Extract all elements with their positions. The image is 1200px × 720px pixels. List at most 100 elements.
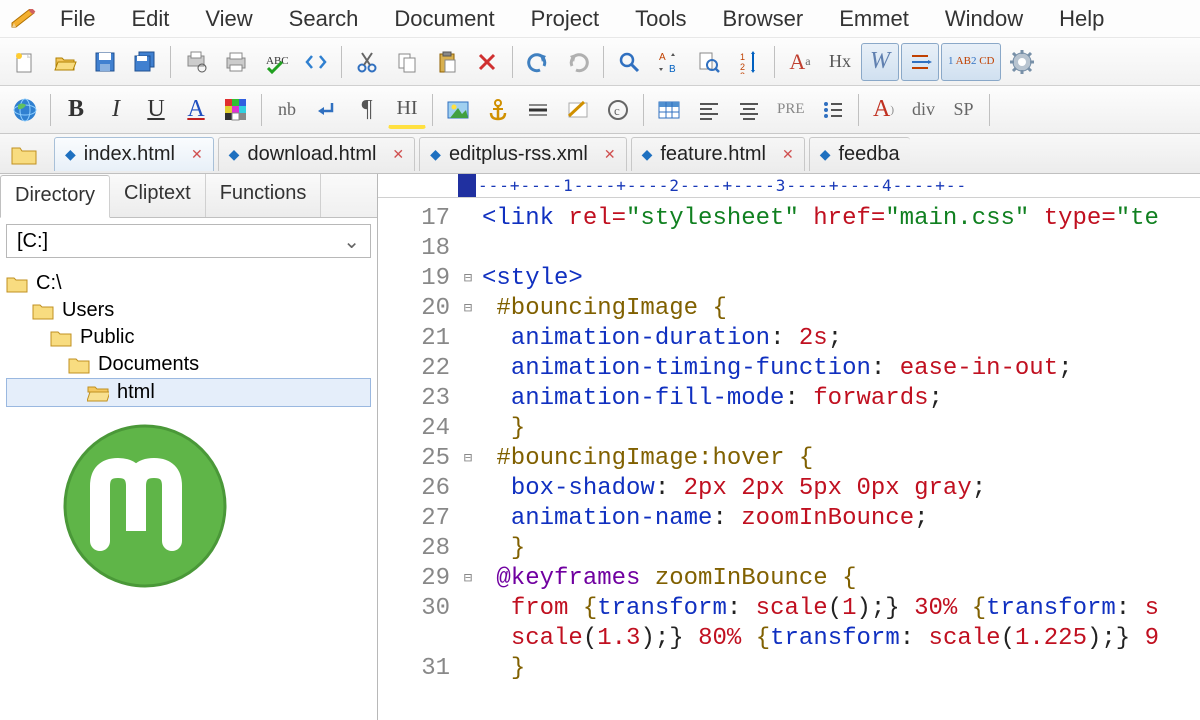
menu-view[interactable]: View (189, 2, 268, 36)
bold-label: B (68, 96, 84, 123)
folder-tab-icon[interactable] (6, 138, 42, 170)
menu-window[interactable]: Window (929, 2, 1039, 36)
tab-close-icon[interactable]: ✕ (782, 146, 794, 163)
find-icon[interactable] (610, 43, 648, 81)
delete-icon[interactable] (468, 43, 506, 81)
replace-icon[interactable]: AB (650, 43, 688, 81)
tree-label: Users (62, 299, 114, 322)
menu-project[interactable]: Project (515, 2, 615, 36)
pre-btn[interactable]: PRE (770, 91, 812, 129)
highlight-btn[interactable]: HI (388, 91, 426, 129)
tree-row[interactable]: Public (6, 324, 371, 351)
save-all-icon[interactable] (126, 43, 164, 81)
svg-text:3: 3 (740, 71, 745, 74)
font-size-btn[interactable]: Aa (781, 43, 819, 81)
copy-icon[interactable] (388, 43, 426, 81)
tree-row[interactable]: C:\ (6, 270, 371, 297)
file-tab[interactable]: ◆ download.html ✕ (218, 137, 415, 171)
toolbar-sep (643, 94, 644, 126)
menu-edit[interactable]: Edit (115, 2, 185, 36)
folder-icon (50, 329, 72, 347)
sidebar-tab-functions[interactable]: Functions (206, 174, 322, 217)
toolbar-sep (858, 94, 859, 126)
print-preview-icon[interactable] (177, 43, 215, 81)
save-icon[interactable] (86, 43, 124, 81)
italic-btn[interactable]: I (97, 91, 135, 129)
align-left-icon[interactable] (690, 91, 728, 129)
sidebar-tab-cliptext[interactable]: Cliptext (110, 174, 206, 217)
paragraph-btn[interactable]: ¶ (348, 91, 386, 129)
source-text[interactable]: <link rel="stylesheet" href="main.css" t… (478, 198, 1200, 720)
code-format-icon[interactable] (297, 43, 335, 81)
font-face-btn[interactable]: A) (865, 91, 903, 129)
a-color-label: A (187, 96, 204, 123)
menu-browser[interactable]: Browser (707, 2, 820, 36)
copyright-icon[interactable]: c (599, 91, 637, 129)
new-file-icon[interactable] (6, 43, 44, 81)
heading-btn[interactable]: Hx (821, 43, 859, 81)
open-file-icon[interactable] (46, 43, 84, 81)
toolbar-html: B I U A nb ¶ HI c PRE A) div SP (0, 86, 1200, 134)
list-icon[interactable] (814, 91, 852, 129)
tab-close-icon[interactable]: ✕ (392, 146, 404, 163)
align-center-icon[interactable] (730, 91, 768, 129)
image-icon[interactable] (439, 91, 477, 129)
find-in-files-icon[interactable] (690, 43, 728, 81)
line-break-icon[interactable] (308, 91, 346, 129)
menu-emmet[interactable]: Emmet (823, 2, 925, 36)
toolbar-sep (261, 94, 262, 126)
cut-icon[interactable] (348, 43, 386, 81)
span-btn[interactable]: SP (945, 91, 983, 129)
tree-row-selected[interactable]: html (6, 378, 371, 407)
menu-search[interactable]: Search (273, 2, 375, 36)
menu-file[interactable]: File (44, 2, 111, 36)
undo-icon[interactable] (519, 43, 557, 81)
file-tab[interactable]: ◆ editplus-rss.xml ✕ (419, 137, 626, 171)
chevron-down-icon: ⌄ (343, 229, 360, 254)
print-icon[interactable] (217, 43, 255, 81)
folder-icon (6, 275, 28, 293)
font-color-btn[interactable]: A (177, 91, 215, 129)
settings-gear-icon[interactable] (1003, 43, 1041, 81)
tab-label: feature.html (660, 143, 766, 166)
menu-help[interactable]: Help (1043, 2, 1120, 36)
spellcheck-icon[interactable]: ABC (257, 43, 295, 81)
underline-btn[interactable]: U (137, 91, 175, 129)
menu-tools[interactable]: Tools (619, 2, 702, 36)
tab-label: download.html (247, 143, 376, 166)
browser-globe-icon[interactable] (6, 91, 44, 129)
nbsp-btn[interactable]: nb (268, 91, 306, 129)
div-label: div (912, 99, 935, 120)
drive-select[interactable]: [C:] ⌄ (6, 224, 371, 258)
indent-guide-icon[interactable] (901, 43, 939, 81)
svg-text:B: B (669, 64, 676, 74)
tree-row[interactable]: Users (6, 297, 371, 324)
wordwrap-btn[interactable]: W (861, 43, 899, 81)
div-btn[interactable]: div (905, 91, 943, 129)
file-tab[interactable]: ◆ feedba (809, 137, 910, 171)
line-numbers-btn[interactable]: 1 AB 2 CD (941, 43, 1001, 81)
tab-close-icon[interactable]: ✕ (604, 146, 616, 163)
sidebar-tab-directory[interactable]: Directory (0, 175, 110, 218)
menu-document[interactable]: Document (378, 2, 510, 36)
bold-btn[interactable]: B (57, 91, 95, 129)
svg-text:1: 1 (740, 52, 745, 62)
anchor-icon[interactable] (479, 91, 517, 129)
sort-icon[interactable]: 123 (730, 43, 768, 81)
file-tab-active[interactable]: ◆ index.html ✕ (54, 137, 214, 171)
tab-close-icon[interactable]: ✕ (191, 146, 203, 163)
tree-row[interactable]: Documents (6, 351, 371, 378)
svg-text:A: A (659, 52, 666, 63)
hr-icon[interactable] (519, 91, 557, 129)
redo-icon[interactable] (559, 43, 597, 81)
color-palette-icon[interactable] (217, 91, 255, 129)
code-area[interactable]: 171819202122232425262728293031 ⊟⊟⊟⊟ <lin… (378, 198, 1200, 720)
folder-icon (32, 302, 54, 320)
paste-icon[interactable] (428, 43, 466, 81)
form-icon[interactable] (559, 91, 597, 129)
file-tab[interactable]: ◆ feature.html ✕ (631, 137, 805, 171)
sidebar-tabs: Directory Cliptext Functions (0, 174, 377, 218)
table-icon[interactable] (650, 91, 688, 129)
fold-column[interactable]: ⊟⊟⊟⊟ (458, 198, 478, 720)
toolbar-sep (774, 46, 775, 78)
